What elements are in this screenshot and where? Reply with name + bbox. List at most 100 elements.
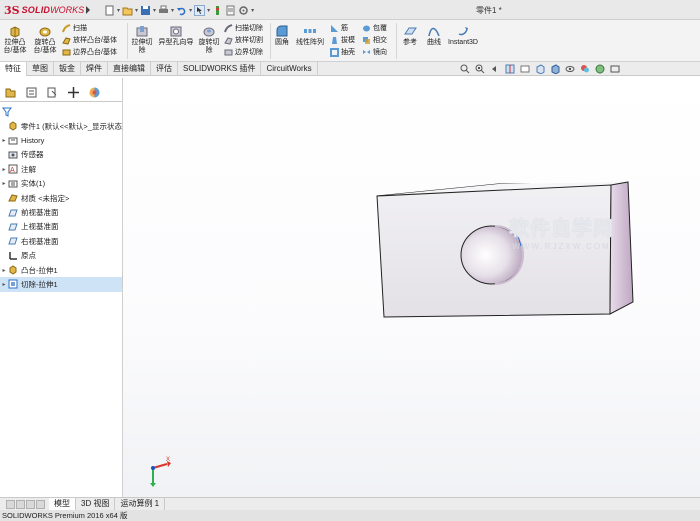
tree-item[interactable]: ▸ 凸台-拉伸1 [0,263,122,277]
tab-6[interactable]: SOLIDWORKS 插件 [178,62,262,76]
graphics-area[interactable]: X [123,78,700,497]
solidworks-logo[interactable]: 3S SOLID WORKS [4,3,84,17]
loft-boss-button[interactable]: 放样凸台/基体 [62,35,117,45]
curves-label: 曲线 [427,39,441,46]
document-title: 零件1 * [476,6,502,15]
tree-item[interactable]: 材质 <未指定> [0,191,122,205]
zoom-to-fit-icon[interactable] [460,64,470,74]
rebuild-icon[interactable] [212,5,223,16]
tab-0[interactable]: 特征 [0,62,27,76]
instant3d-label: Instant3D [448,39,478,46]
apply-scene-icon[interactable] [595,64,605,74]
fillet-icon [276,25,288,37]
revolve-boss-button[interactable]: 旋转凸 台/基体 [32,24,58,55]
next-tab-icon[interactable] [26,499,35,509]
dimxpert-manager-tab-icon[interactable] [67,86,80,99]
filter-icon[interactable] [2,107,12,117]
tree-root-part[interactable]: 零件1 (默认<<默认>_显示状态 [0,119,122,133]
view-settings-icon[interactable] [610,64,620,74]
mirror-button[interactable]: 镜向 [362,47,387,57]
zoom-to-area-icon[interactable] [475,64,485,74]
rib-button[interactable]: 筋 [330,23,348,33]
property-manager-tab-icon[interactable] [25,86,38,99]
select-pointer-icon[interactable] [194,4,206,16]
tree-item[interactable]: ▸ 实体(1) [0,177,122,191]
hole-wizard-button[interactable]: 异型孔向导 [158,24,194,47]
tree-item[interactable]: 上视基准面 [0,220,122,234]
loft-cut-button[interactable]: 放样切割 [224,35,263,45]
reference-geometry-button[interactable]: 参考 [400,24,420,47]
intersect-button[interactable]: 相交 [362,35,387,45]
boundary-boss-button[interactable]: 边界凸台/基体 [62,47,117,57]
bottom-tab-2[interactable]: 运动算例 1 [115,498,166,510]
tree-item[interactable]: 传感器 [0,148,122,162]
view-orientation-icon[interactable] [535,64,545,74]
revolve-boss-label: 旋转凸 台/基体 [33,39,57,54]
extrude-cut-button[interactable]: 拉伸切 除 [130,24,154,55]
menu-expand-icon[interactable] [86,6,90,14]
previous-tab-icon[interactable] [16,499,25,509]
history-icon [8,137,18,145]
bottom-tab-1[interactable]: 3D 视图 [76,498,116,510]
save-icon[interactable] [140,5,151,16]
undo-icon[interactable] [176,5,187,16]
hide-show-items-icon[interactable] [565,64,575,74]
tree-item[interactable]: ▸ A 注解 [0,162,122,176]
tab-5[interactable]: 评估 [151,62,178,76]
configuration-manager-tab-icon[interactable] [46,86,59,99]
reference-label: 参考 [403,39,417,46]
dynamic-annotation-icon[interactable] [520,64,530,74]
bottom-tab-0[interactable]: 模型 [49,498,76,510]
expand-arrow-icon[interactable]: ▸ [0,166,8,173]
edit-appearance-icon[interactable] [580,64,590,74]
ribbon-separator [127,23,128,59]
sensors-icon [8,151,18,159]
fillet-button[interactable]: 圆角 [272,24,292,47]
tab-3[interactable]: 焊件 [81,62,108,76]
linear-pattern-button[interactable]: 线性阵列 [294,24,326,47]
tab-1[interactable]: 草图 [27,62,54,76]
boundary-cut-button[interactable]: 边界切除 [224,47,263,57]
feature-tree: 零件1 (默认<<默认>_显示状态 ▸ History 传感器 ▸ A 注解 ▸ 实体(1) 材… [0,119,122,292]
previous-view-icon[interactable] [490,64,500,74]
tree-item-label: 实体(1) [21,179,46,189]
expand-arrow-icon[interactable]: ▸ [0,281,8,288]
tree-item[interactable]: ▸ History [0,133,122,147]
draft-button[interactable]: 拔模 [330,35,355,45]
swept-cut-button[interactable]: 扫描切除 [224,23,263,33]
linear-pattern-icon [304,29,316,33]
boundary-cut-label: 边界切除 [235,49,263,56]
tab-4[interactable]: 直接编辑 [108,62,151,76]
expand-arrow-icon[interactable]: ▸ [0,137,8,144]
tab-2[interactable]: 钣金 [54,62,81,76]
tab-7[interactable]: CircuitWorks [261,62,318,76]
tree-item[interactable]: 右视基准面 [0,234,122,248]
sweep-button[interactable]: 扫描 [62,23,87,33]
open-folder-icon[interactable] [122,5,133,16]
tree-item[interactable]: 原点 [0,249,122,263]
wrap-button[interactable]: 包覆 [362,23,387,33]
material-icon [8,194,18,202]
expand-arrow-icon[interactable]: ▸ [0,180,8,187]
curves-button[interactable]: 曲线 [424,24,444,47]
extrude-boss-button[interactable]: 拉伸凸 台/基体 [3,24,27,55]
last-tab-icon[interactable] [36,499,45,509]
section-view-icon[interactable] [505,64,515,74]
display-manager-tab-icon[interactable] [88,86,101,99]
new-document-icon[interactable] [104,5,115,16]
status-text: SOLIDWORKS Premium 2016 x64 版 [2,511,128,520]
swept-cut-icon [224,23,233,32]
tree-item[interactable]: 前视基准面 [0,205,122,219]
display-style-icon[interactable] [550,64,560,74]
print-icon[interactable] [158,5,169,16]
options-gear-icon[interactable] [238,5,249,16]
instant3d-button[interactable]: Instant3D [446,24,480,47]
file-properties-icon[interactable] [225,5,236,16]
tree-item[interactable]: ▸ 切除-拉伸1 [0,277,122,292]
first-tab-icon[interactable] [6,499,15,509]
feature-manager-tab-icon[interactable] [4,86,17,99]
mirror-label: 镜向 [373,49,387,56]
shell-button[interactable]: 抽壳 [330,47,355,57]
expand-arrow-icon[interactable]: ▸ [0,267,8,274]
revolve-cut-button[interactable]: 旋转切 除 [197,24,221,55]
